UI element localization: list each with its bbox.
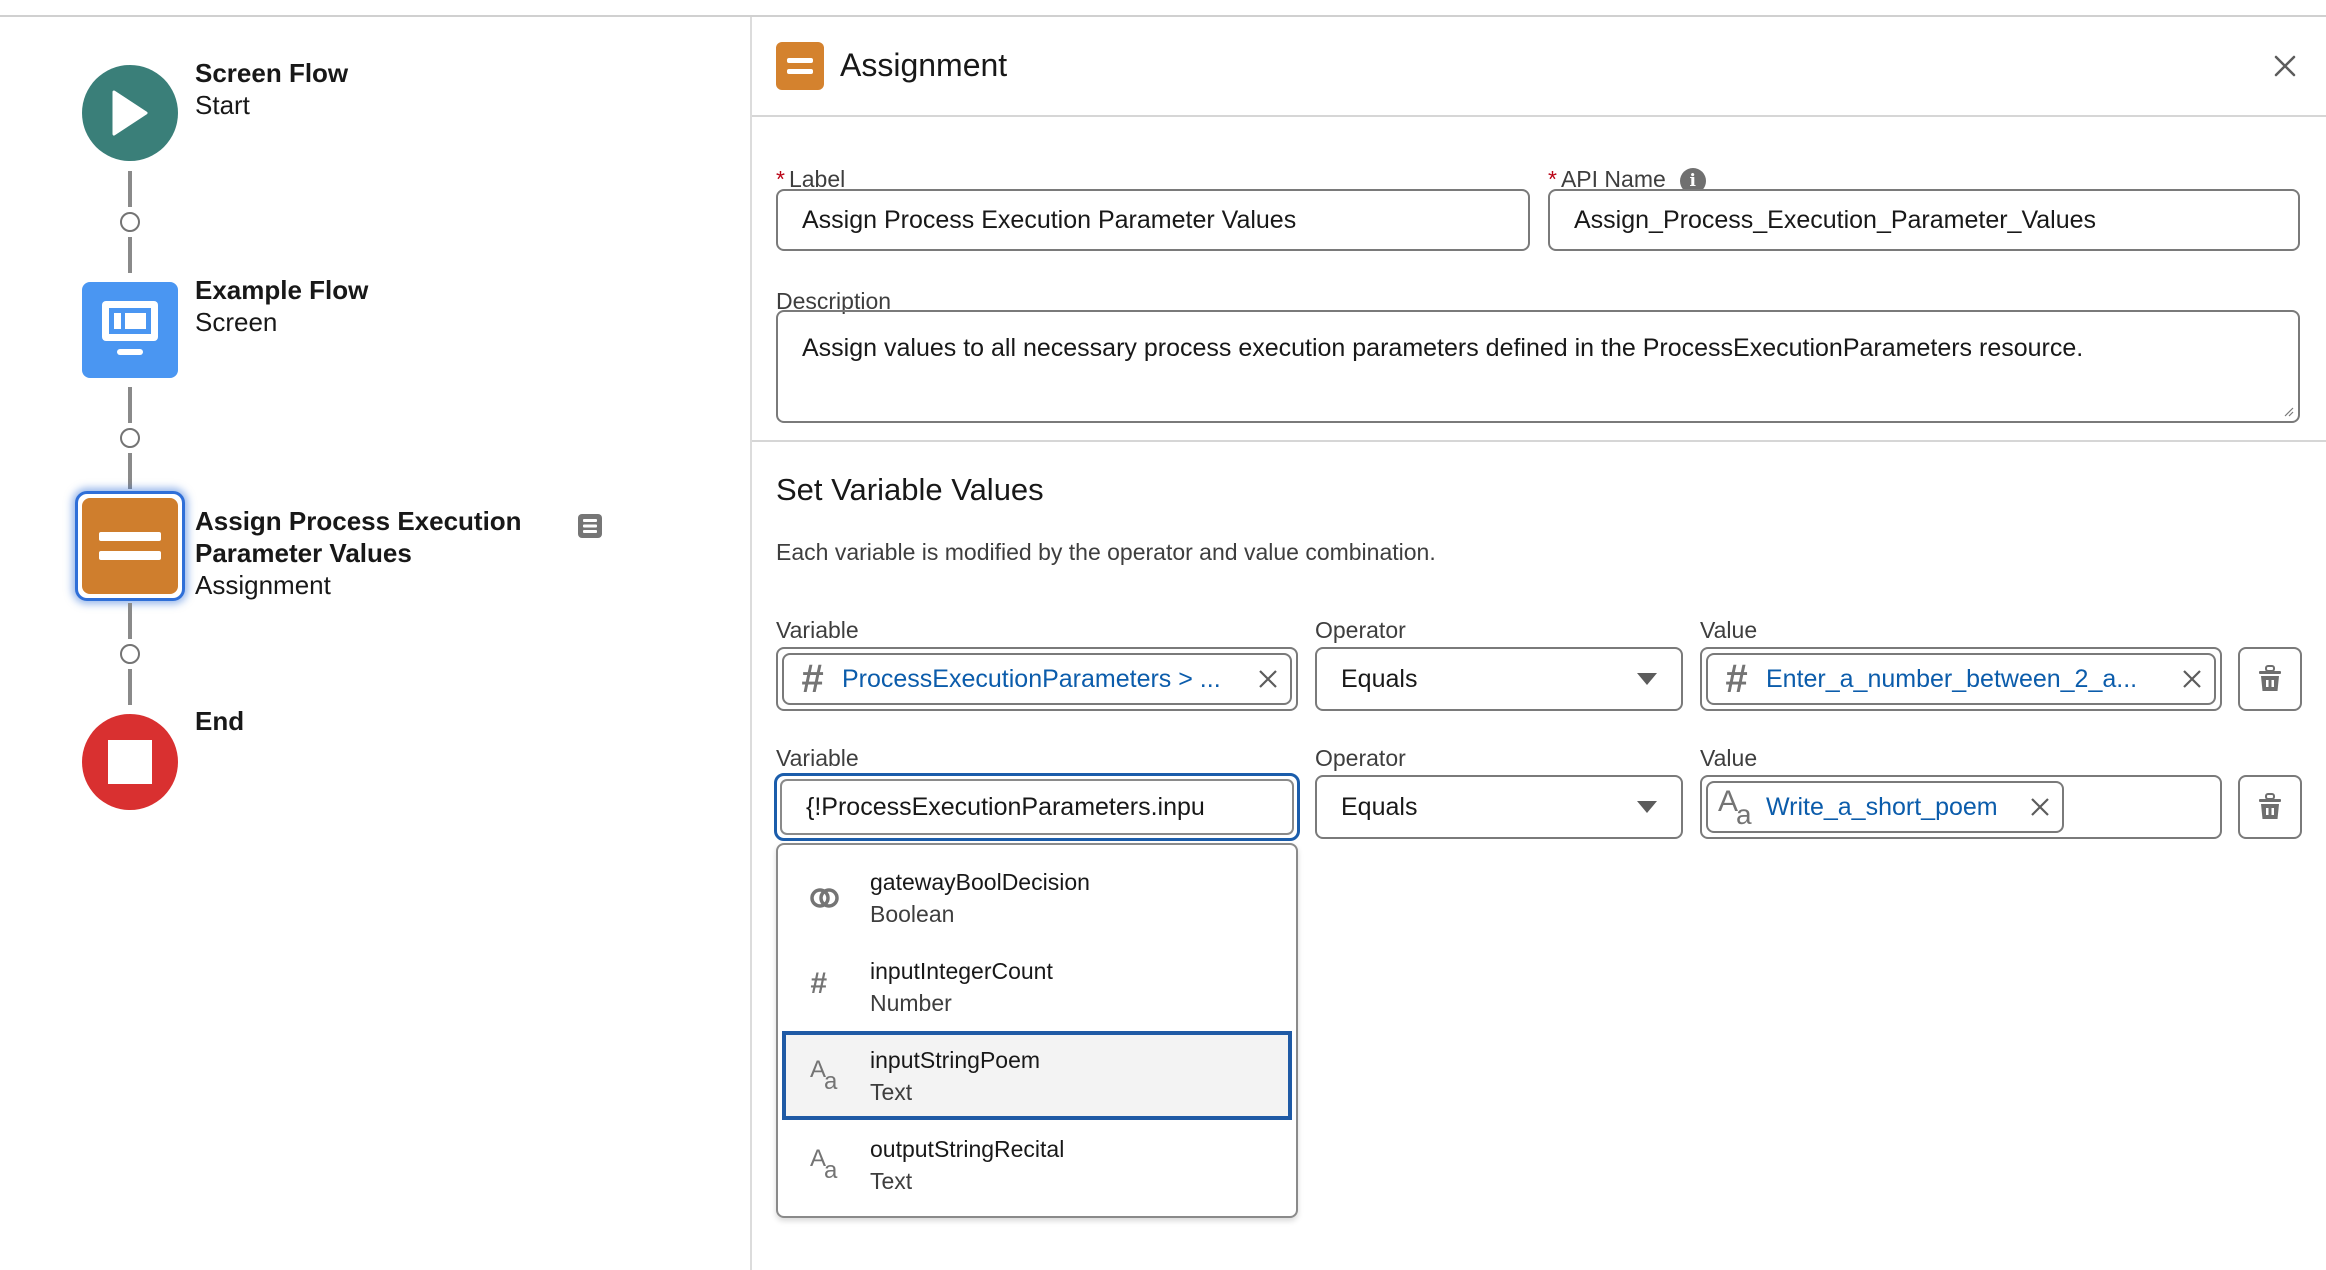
description-value: Assign values to all necessary process e… [802, 334, 2084, 362]
resize-handle-icon[interactable] [2282, 405, 2294, 417]
option-name: inputIntegerCount [870, 957, 1053, 984]
api-name-input-value: Assign_Process_Execution_Parameter_Value… [1574, 205, 2097, 234]
variable-combobox[interactable]: # ProcessExecutionParameters > ... [776, 647, 1298, 711]
add-element-connector[interactable] [120, 428, 140, 448]
screen-node-subtitle: Screen [195, 307, 278, 337]
value-pill[interactable]: Aa Write_a_short_poem [1706, 781, 2064, 833]
connector-line [128, 171, 132, 207]
delete-row-button[interactable] [2238, 647, 2302, 711]
caret-down-icon [1637, 673, 1657, 685]
connector-line [128, 669, 132, 705]
text-icon: Aa [1718, 785, 1752, 830]
connector-line [128, 603, 132, 639]
variable-input-value: {!ProcessExecutionParameters.inpu [806, 792, 1205, 821]
value-combobox[interactable]: # Enter_a_number_between_2_a... [1700, 647, 2222, 711]
section-divider [752, 440, 2326, 442]
number-icon: # [800, 657, 824, 701]
trash-icon [2259, 793, 2281, 819]
remove-pill-icon[interactable] [2028, 795, 2052, 819]
play-icon [112, 90, 148, 136]
operator-select-value: Equals [1341, 792, 1418, 821]
operator-label: Operator [1315, 745, 1406, 771]
add-element-connector[interactable] [120, 212, 140, 232]
connector-line [128, 237, 132, 273]
operator-select[interactable]: Equals [1315, 647, 1683, 711]
variable-dropdown-list: gatewayBoolDecision Boolean # inputInteg… [776, 843, 1298, 1218]
start-node-title: Screen Flow [195, 58, 349, 88]
end-node-label: End [195, 705, 244, 737]
section-title: Set Variable Values [776, 472, 1044, 507]
dropdown-option[interactable]: gatewayBoolDecision Boolean [782, 853, 1292, 942]
delete-row-button[interactable] [2238, 775, 2302, 839]
option-type: Text [870, 1167, 913, 1194]
section-help-text: Each variable is modified by the operato… [776, 539, 1436, 565]
assignment-node-title-line2: Parameter Values [195, 538, 412, 568]
label-input[interactable]: Assign Process Execution Parameter Value… [776, 189, 1530, 251]
label-input-value: Assign Process Execution Parameter Value… [802, 205, 1297, 234]
option-type: Text [870, 1078, 913, 1105]
assignment-node-label: Assign Process Execution Parameter Value… [195, 505, 522, 601]
option-name: inputStringPoem [870, 1046, 1041, 1073]
dropdown-option[interactable]: # inputIntegerCount Number [782, 942, 1292, 1031]
end-node-title: End [195, 706, 245, 736]
text-icon: Aa [810, 1144, 838, 1184]
assignment-header-icon [776, 42, 824, 90]
number-icon: # [1724, 657, 1748, 701]
connector-line [128, 387, 132, 423]
value-combobox[interactable]: Aa Write_a_short_poem [1700, 775, 2222, 839]
text-icon: Aa [810, 1055, 838, 1095]
connector-line [128, 453, 132, 489]
assignment-node[interactable] [82, 498, 178, 594]
value-pill-text: Write_a_short_poem [1766, 792, 1998, 821]
value-label: Value [1700, 745, 1758, 771]
description-note-icon[interactable] [577, 513, 603, 539]
value-label: Value [1700, 617, 1758, 643]
close-icon[interactable] [2270, 51, 2300, 81]
number-icon: # [810, 966, 827, 1000]
end-node[interactable] [82, 714, 178, 810]
assignment-equals-icon [99, 532, 161, 560]
remove-pill-icon[interactable] [1256, 667, 1280, 691]
assignment-properties-panel: Assignment * Label Assign Process Executi… [752, 17, 2326, 1270]
description-textarea[interactable]: Assign values to all necessary process e… [776, 310, 2300, 423]
option-type: Boolean [870, 900, 955, 927]
api-name-input[interactable]: Assign_Process_Execution_Parameter_Value… [1548, 189, 2300, 251]
assignment-node-subtitle: Assignment [195, 570, 331, 600]
screen-node-label: Example Flow Screen [195, 274, 368, 338]
assignment-node-title-line1: Assign Process Execution [195, 506, 522, 536]
screen-node[interactable] [82, 282, 178, 378]
operator-select[interactable]: Equals [1315, 775, 1683, 839]
trash-icon [2259, 665, 2281, 691]
flow-canvas: Screen Flow Start Example Flow Screen As… [0, 17, 750, 1270]
variable-pill[interactable]: # ProcessExecutionParameters > ... [782, 653, 1292, 705]
screen-node-title: Example Flow [195, 275, 369, 305]
variable-pill-text: ProcessExecutionParameters > ... [842, 664, 1221, 693]
value-pill[interactable]: # Enter_a_number_between_2_a... [1706, 653, 2216, 705]
option-type: Number [870, 989, 952, 1016]
screen-icon [102, 301, 158, 355]
caret-down-icon [1637, 801, 1657, 813]
variable-label: Variable [776, 745, 859, 771]
panel-title: Assignment [840, 47, 1008, 83]
option-name: outputStringRecital [870, 1135, 1065, 1162]
variable-input-focused[interactable]: {!ProcessExecutionParameters.inpu [774, 773, 1300, 841]
stop-icon [108, 740, 152, 784]
operator-label: Operator [1315, 617, 1406, 643]
start-node-subtitle: Start [195, 90, 250, 120]
option-name: gatewayBoolDecision [870, 868, 1090, 895]
operator-select-value: Equals [1341, 664, 1418, 693]
dropdown-option-highlighted[interactable]: Aa inputStringPoem Text [782, 1031, 1292, 1120]
value-pill-text: Enter_a_number_between_2_a... [1766, 664, 2138, 693]
header-divider [752, 115, 2326, 117]
start-node-label: Screen Flow Start [195, 57, 348, 121]
start-node[interactable] [82, 65, 178, 161]
remove-pill-icon[interactable] [2180, 667, 2204, 691]
add-element-connector[interactable] [120, 644, 140, 664]
dropdown-option[interactable]: Aa outputStringRecital Text [782, 1120, 1292, 1209]
variable-label: Variable [776, 617, 859, 643]
variable-text-input[interactable]: {!ProcessExecutionParameters.inpu [780, 779, 1294, 835]
boolean-icon [810, 878, 870, 918]
